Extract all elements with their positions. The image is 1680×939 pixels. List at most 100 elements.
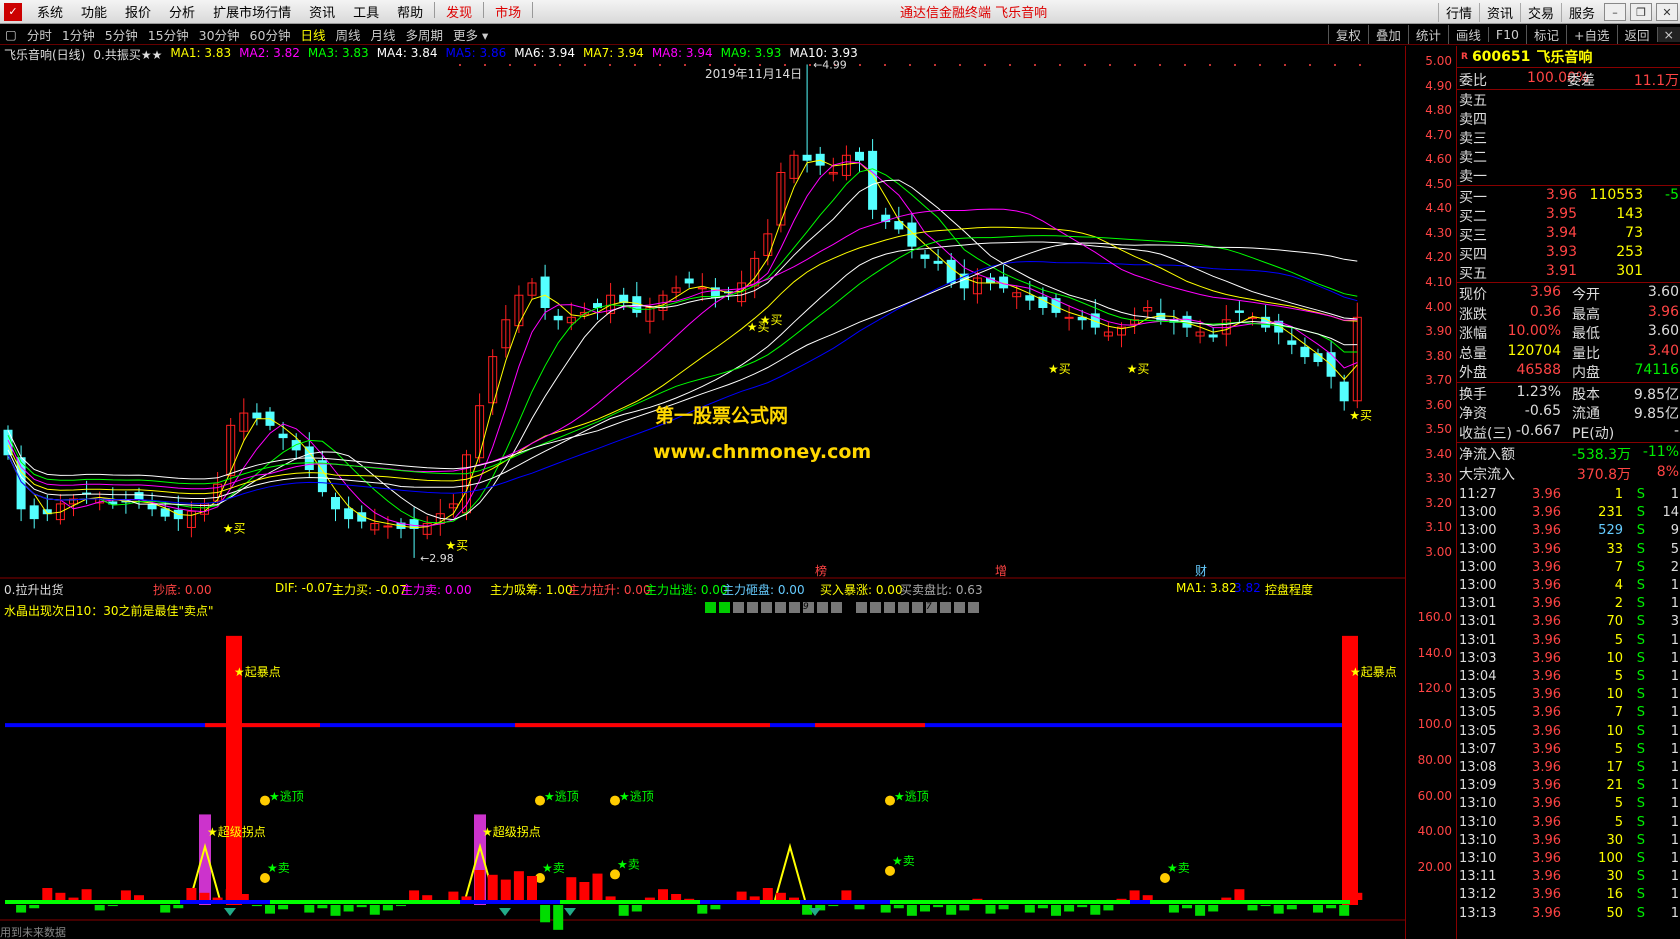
tick-cell: S: [1636, 760, 1645, 775]
minimize-icon[interactable]: –: [1604, 3, 1626, 21]
ind-label-8: 买入暴涨: 0.00: [820, 583, 903, 597]
tab-6[interactable]: 日线: [295, 25, 330, 44]
stock-code[interactable]: 600651: [1472, 49, 1530, 65]
signal-dot: [898, 602, 909, 613]
tool-5[interactable]: 标记: [1526, 24, 1566, 44]
ma-label-9: MA10: 3.93: [789, 46, 858, 60]
menu-item-3[interactable]: 分析: [160, 2, 204, 21]
webi-row[interactable]: 委比 100.00% 委差 11.1万: [1457, 70, 1680, 89]
close-icon[interactable]: ✕: [1656, 3, 1678, 21]
price-axis: 5.00 4.90 4.80 4.70 4.60 4.50 4.40 4.30 4.20 4.10…: [1405, 46, 1456, 939]
ind-bar: [343, 905, 354, 912]
bid-row-cell: 3.94: [1545, 225, 1577, 241]
divider: [1457, 282, 1680, 283]
stat2-row-cell: 流通: [1572, 406, 1600, 422]
ind-bar: [29, 905, 40, 909]
ind-tick: 20.00: [1417, 860, 1452, 874]
tab-2[interactable]: 5分钟: [100, 25, 143, 44]
formula-name[interactable]: 0.共振买★★: [93, 46, 162, 62]
ind-bar: [789, 897, 799, 900]
ind-bar: [1182, 905, 1192, 909]
tool-0[interactable]: 复权: [1327, 24, 1368, 44]
stat2-row[interactable]: 换手 1.23% 股本 9.85亿: [1457, 384, 1680, 403]
bid-row[interactable]: 买二 3.95 143: [1457, 206, 1680, 225]
tab-1[interactable]: 1分钟: [57, 25, 100, 44]
ind-bar: [461, 896, 472, 900]
menu-item-1[interactable]: 功能: [72, 2, 116, 21]
ask-row[interactable]: 卖五: [1457, 90, 1680, 109]
tick-cell: 13:04: [1459, 669, 1497, 684]
stat-row[interactable]: 总量 120704 量比 3.40: [1457, 343, 1680, 362]
menu-right-item-0[interactable]: 服务: [1560, 2, 1602, 22]
menu-right-item-2[interactable]: 资讯: [1478, 2, 1520, 22]
indicator-name[interactable]: 0.拉升出货: [4, 581, 63, 598]
ma-line-3: [7, 179, 1358, 521]
close-chart-icon[interactable]: ×: [1656, 26, 1680, 42]
tick-cell: 10: [1606, 650, 1623, 666]
menu-item-7[interactable]: 帮助: [388, 2, 432, 21]
bid-row[interactable]: 买一 3.96 110553 -5: [1457, 187, 1680, 206]
menu-item-5[interactable]: 资讯: [300, 2, 344, 21]
ask-row[interactable]: 卖三: [1457, 128, 1680, 147]
menu-item-4[interactable]: 扩展市场行情: [204, 2, 300, 21]
buy-signal: ★买: [445, 539, 468, 553]
menu-right-item-3[interactable]: 行情: [1437, 2, 1479, 22]
menu-right-item-1[interactable]: 交易: [1519, 2, 1561, 22]
stat-row[interactable]: 现价 3.96 今开 3.60: [1457, 284, 1680, 303]
flow-row[interactable]: 大宗流入 370.8万 8%: [1457, 464, 1680, 483]
tab-10[interactable]: 更多 ▾: [448, 25, 493, 44]
tick-cell: 5: [1614, 632, 1623, 648]
ma-line-2: [7, 168, 1358, 524]
tool-7[interactable]: 返回: [1616, 24, 1657, 44]
tab-5[interactable]: 60分钟: [245, 25, 296, 44]
tool-1[interactable]: 叠加: [1367, 24, 1408, 44]
restore-icon[interactable]: ❐: [1630, 3, 1652, 21]
stat-row[interactable]: 涨跌 0.36 最高 3.96: [1457, 304, 1680, 323]
tab-8[interactable]: 月线: [365, 25, 400, 44]
price-tick: 4.10: [1425, 274, 1452, 289]
stat2-row[interactable]: 收益(三) -0.667 PE(动) -: [1457, 423, 1680, 442]
ind-bar: [42, 888, 53, 900]
tab-7[interactable]: 周线: [330, 25, 365, 44]
tick-cell: 13:00: [1459, 505, 1497, 521]
tool-6[interactable]: +自选: [1566, 24, 1616, 44]
panel-toggle-icon[interactable]: ▢: [0, 27, 22, 42]
ask-row-cell: 卖三: [1459, 131, 1487, 147]
bid-row[interactable]: 买三 3.94 73: [1457, 225, 1680, 244]
bid-row-cell: 买一: [1459, 190, 1487, 206]
tool-2[interactable]: 统计: [1407, 24, 1448, 44]
stat-row[interactable]: 涨幅 10.00% 最低 3.60: [1457, 323, 1680, 342]
tool-3[interactable]: 画线: [1447, 24, 1488, 44]
ask-row[interactable]: 卖二: [1457, 147, 1680, 166]
tab-4[interactable]: 30分钟: [194, 25, 245, 44]
tick-row: 13:00 3.96 33 S 5: [1457, 542, 1680, 560]
menu-red-item-1[interactable]: 市场: [486, 2, 530, 21]
menu-item-2[interactable]: 报价: [116, 2, 160, 21]
stat-row[interactable]: 外盘 46588 内盘 74116: [1457, 362, 1680, 381]
ask-row[interactable]: 卖四: [1457, 109, 1680, 128]
ind-bar: [160, 905, 171, 913]
bid-row[interactable]: 买四 3.93 253: [1457, 244, 1680, 263]
tick-cell: 1: [1670, 760, 1679, 775]
tab-3[interactable]: 15分钟: [143, 25, 194, 44]
ind-bar: [1024, 905, 1035, 913]
flow-row[interactable]: 净流入额 -538.3万 -11%: [1457, 444, 1680, 463]
ask-row[interactable]: 卖一: [1457, 166, 1680, 185]
tab-0[interactable]: 分时: [22, 25, 57, 44]
menu-item-6[interactable]: 工具: [344, 2, 388, 21]
tick-cell: 13:10: [1459, 832, 1497, 848]
tick-cell: 1: [1670, 723, 1679, 739]
stat-row-cell: 3.60: [1647, 323, 1679, 339]
bid-row[interactable]: 买五 3.91 301: [1457, 263, 1680, 282]
ind-bar: [906, 905, 917, 916]
menu-item-0[interactable]: 系统: [28, 2, 72, 21]
tool-4[interactable]: F10: [1487, 26, 1526, 42]
stat-row-cell: 46588: [1516, 362, 1561, 378]
tab-9[interactable]: 多周期: [401, 25, 449, 44]
kline-chart[interactable]: ←4.99←2.982019年11月14日★买★买★买★买★买 ★买★买第一股票公…: [0, 46, 1405, 939]
bid-row-cell: 买五: [1459, 266, 1487, 282]
menu-red-item-0[interactable]: 发现: [437, 2, 481, 21]
stock-name[interactable]: 飞乐音响: [1536, 47, 1592, 67]
stat2-row[interactable]: 净资 -0.65 流通 9.85亿: [1457, 403, 1680, 422]
tick-cell: S: [1636, 541, 1645, 557]
